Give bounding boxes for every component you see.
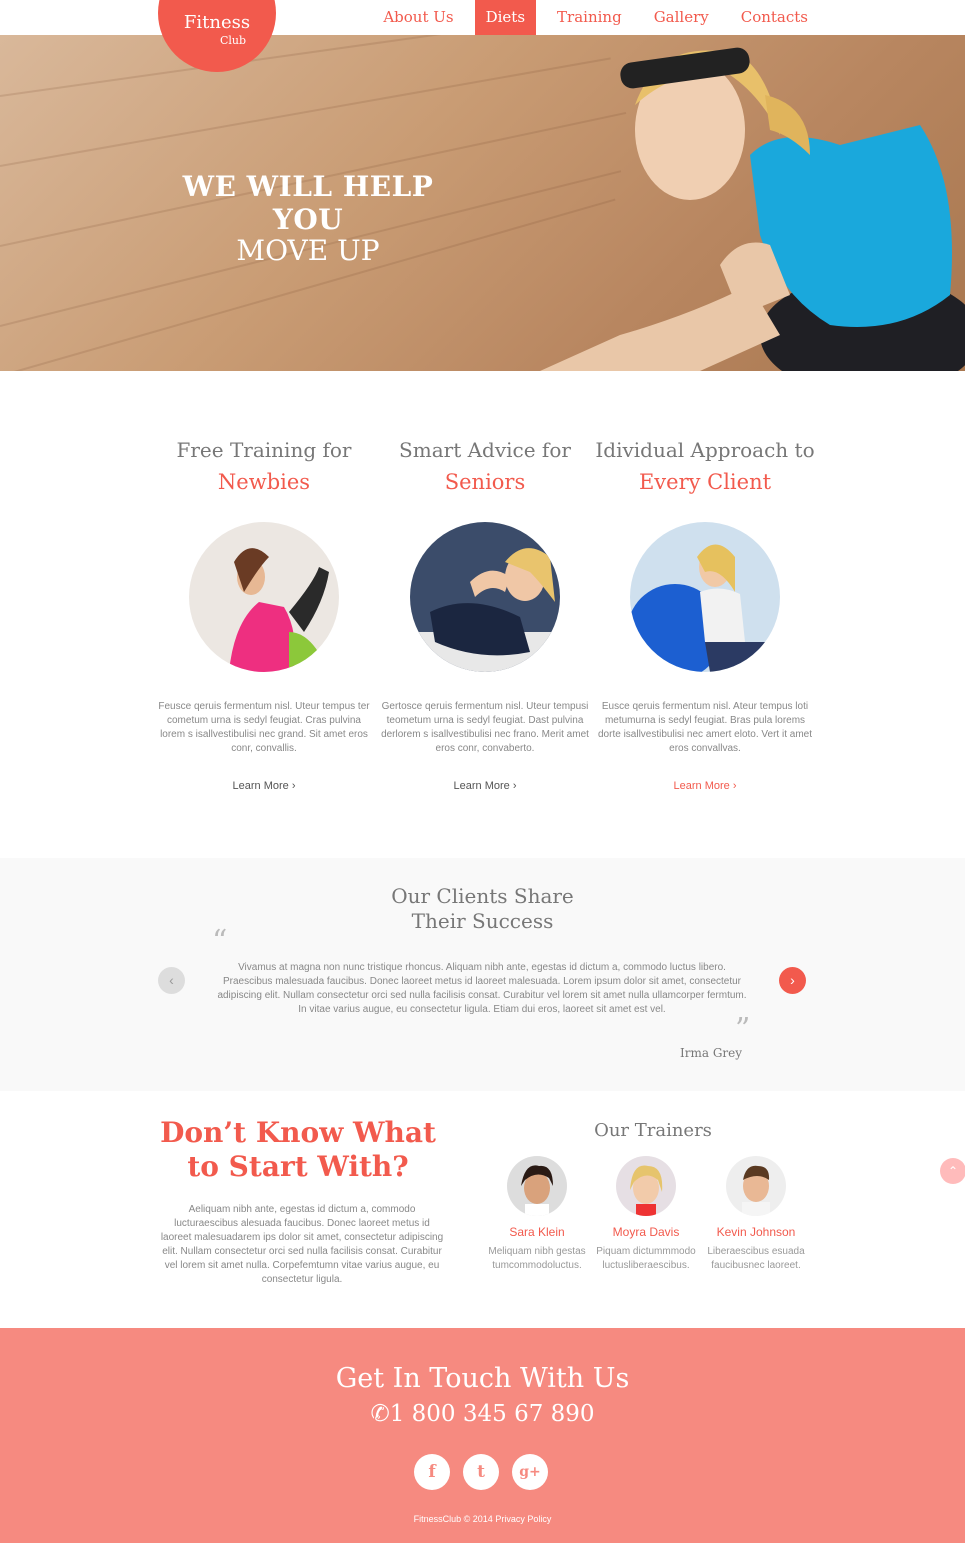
trainer-desc: Piquam dictummmodo luctusliberaescibus. [596, 1246, 696, 1271]
footer: Get In Touch With Us ✆1 800 345 67 890 f… [0, 1328, 965, 1543]
testimonials-title: Our Clients Share Their Success [391, 884, 574, 933]
nav-gallery[interactable]: Gallery [643, 0, 720, 35]
trainer-card[interactable]: Kevin Johnson Liberaescibus esuada faucib… [701, 1156, 811, 1273]
feature-text: Gertosce qeruis fermentum nisl. Uteur te… [381, 701, 589, 754]
header: About Us Diets Training Gallery Contacts [0, 0, 965, 35]
feature-photo-newbies [189, 522, 339, 672]
chevron-right-icon: › [291, 780, 296, 792]
copyright: FitnessClub © 2014 Privacy Policy [413, 1514, 552, 1524]
feature-highlight: Newbies [217, 470, 311, 494]
learn-more-link[interactable]: Learn More › [454, 780, 517, 792]
feature-seniors: Smart Advice for Seniors Gertosce qeruis… [375, 438, 595, 794]
feature-photo-every-client [630, 522, 780, 672]
phone-icon: ✆ [370, 1401, 390, 1427]
trainer-card[interactable]: Sara Klein Meliquam nibh gestas tumcommod… [482, 1156, 592, 1273]
trainer-card[interactable]: Moyra Davis Piquam dictummmodo luctuslibe… [591, 1156, 701, 1273]
logo-line2: Club [220, 34, 247, 47]
logo-line1: Fitness [183, 12, 251, 33]
feature-text: Feusce qeruis fermentum nisl. Uteur temp… [158, 701, 370, 754]
nav-training[interactable]: Training [546, 0, 633, 35]
dont-know-title: Don’t Know What to Start With? [160, 1116, 436, 1183]
feature-highlight: Seniors [444, 470, 526, 494]
next-arrow-button[interactable]: › [779, 967, 806, 994]
facebook-icon[interactable]: f [414, 1454, 450, 1490]
hero-woman-image [540, 47, 965, 371]
twitter-icon[interactable]: t [463, 1454, 499, 1490]
trainer-avatar [726, 1156, 786, 1216]
trainer-desc: Meliquam nibh gestas tumcommodoluctus. [488, 1246, 586, 1271]
hero-title-line2: MOVE UP [236, 234, 380, 267]
feature-heading: Free Training for [176, 438, 352, 462]
footer-phone: ✆1 800 345 67 890 [370, 1401, 595, 1427]
hero-title: WE WILL HELP YOU MOVE UP [158, 170, 458, 267]
feature-photo-seniors [410, 522, 560, 672]
nav-diets[interactable]: Diets [474, 0, 537, 35]
feature-heading: Idividual Approach to [595, 438, 815, 462]
learn-more-link[interactable]: Learn More › [674, 780, 737, 792]
trainers-title: Our Trainers [594, 1120, 712, 1141]
chevron-right-icon: › [512, 780, 517, 792]
trainer-name: Sara Klein [509, 1225, 565, 1239]
testimonial-text: Vivamus at magna non nunc tristique rhon… [217, 962, 747, 1015]
nav-contacts[interactable]: Contacts [730, 0, 819, 35]
feature-every-client: Idividual Approach to Every Client Eusce… [595, 438, 815, 794]
feature-heading: Smart Advice for [399, 438, 571, 462]
social-links: f t g+ [414, 1454, 561, 1490]
footer-title: Get In Touch With Us [335, 1363, 630, 1394]
trainer-desc: Liberaescibus esuada faucibusnec laoreet. [707, 1246, 805, 1271]
trainer-avatar [507, 1156, 567, 1216]
prev-arrow-button[interactable]: ‹ [158, 967, 185, 994]
trainer-avatar [616, 1156, 676, 1216]
feature-text: Eusce qeruis fermentum nisl. Ateur tempu… [598, 701, 812, 754]
hero-banner: WE WILL HELP YOU MOVE UP [0, 35, 965, 371]
dont-know-text: Aeliquam nibh ante, egestas id dictum a,… [160, 1204, 444, 1285]
learn-more-link[interactable]: Learn More › [233, 780, 296, 792]
nav-about-us[interactable]: About Us [372, 0, 464, 35]
testimonial-author: Irma Grey [680, 1046, 743, 1060]
trainer-name: Moyra Davis [612, 1225, 680, 1239]
quote-close-icon: ” [735, 1012, 751, 1047]
trainer-name: Kevin Johnson [716, 1225, 796, 1239]
hero-title-line1: WE WILL HELP YOU [182, 170, 434, 236]
main-nav: About Us Diets Training Gallery Contacts [362, 0, 819, 35]
quote-open-icon: “ [212, 924, 228, 959]
feature-highlight: Every Client [638, 470, 772, 494]
scroll-to-top-button[interactable]: ⌃ [940, 1158, 965, 1184]
google-plus-icon[interactable]: g+ [512, 1454, 548, 1490]
privacy-policy-link[interactable]: Privacy Policy [495, 1514, 551, 1524]
testimonials-section: Our Clients Share Their Success “ Vivamu… [0, 858, 965, 1091]
feature-newbies: Free Training for Newbies Feusce qeruis … [154, 438, 374, 794]
chevron-right-icon: › [732, 780, 737, 792]
